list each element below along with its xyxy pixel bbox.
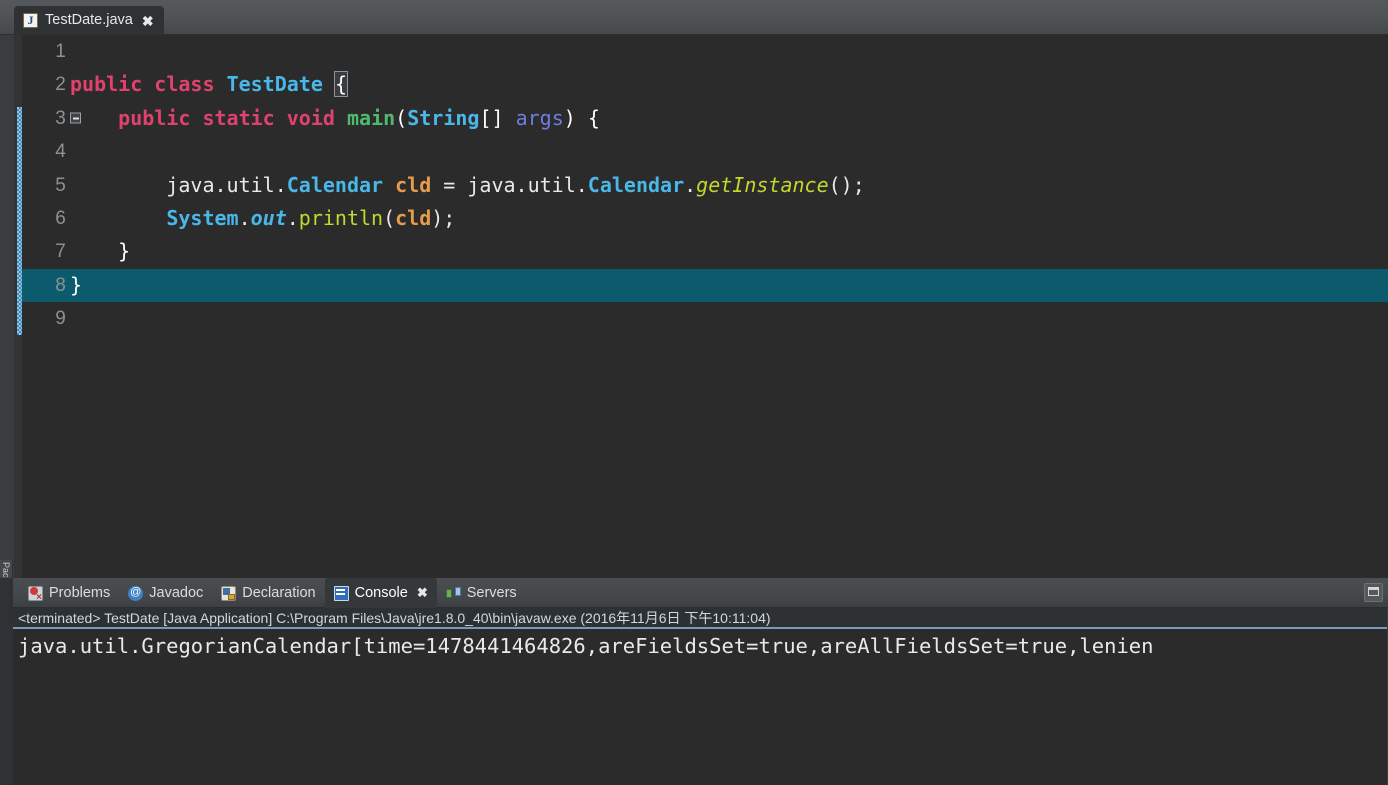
code-token: main <box>347 106 395 130</box>
code-token: Calendar <box>287 173 383 197</box>
editor-tab-bar: TestDate.java ✖ <box>0 0 1388 35</box>
code-token: = <box>431 173 467 197</box>
code-token: (); <box>829 173 865 197</box>
close-icon[interactable]: ✖ <box>142 14 154 28</box>
code-token: void <box>287 106 335 130</box>
code-token <box>275 106 287 130</box>
tab-label: Declaration <box>242 585 315 601</box>
close-icon[interactable]: ✖ <box>417 585 428 601</box>
code-token: System <box>166 206 238 230</box>
code-token: ) { <box>564 106 600 130</box>
line-number: 7 <box>22 235 66 268</box>
tab-console[interactable]: Console ✖ <box>325 578 437 608</box>
code-token: args <box>516 106 564 130</box>
code-token: . <box>684 173 696 197</box>
code-token: ( <box>395 106 407 130</box>
java-file-icon <box>23 13 38 28</box>
editor-tab-label: TestDate.java <box>45 13 133 28</box>
bottom-view-panel: Problems Javadoc Declaration Console ✖ Server… <box>0 578 1388 785</box>
tab-label: Javadoc <box>149 585 203 601</box>
code-editor[interactable]: 12public class TestDate {3 public static… <box>0 35 1388 578</box>
code-token: out <box>251 206 287 230</box>
code-line[interactable]: 2public class TestDate { <box>22 68 1388 101</box>
code-token: [] <box>479 106 515 130</box>
code-token <box>70 173 166 197</box>
tab-label: Servers <box>467 585 517 601</box>
bottom-panel-tabs: Problems Javadoc Declaration Console ✖ Server… <box>19 578 526 608</box>
code-token: getInstance <box>696 173 828 197</box>
console-view[interactable]: <terminated> TestDate [Java Application]… <box>13 608 1388 785</box>
code-token: . <box>287 206 299 230</box>
code-token: class <box>154 72 214 96</box>
code-text: public class TestDate { <box>70 68 347 101</box>
line-number: 1 <box>22 35 66 68</box>
bottom-panel-tab-bar: Problems Javadoc Declaration Console ✖ Server… <box>13 578 1388 608</box>
code-line[interactable]: 6 System.out.println(cld); <box>22 202 1388 235</box>
eclipse-ide-window: TestDate.java ✖ 12public class TestDate … <box>0 0 1388 785</box>
line-number: 9 <box>22 302 66 335</box>
code-token: ( <box>383 206 395 230</box>
editor-left-strip <box>0 35 14 578</box>
code-token <box>383 173 395 197</box>
code-token: java.util. <box>166 173 286 197</box>
code-token <box>190 106 202 130</box>
line-number: 2 <box>22 68 66 101</box>
code-line[interactable]: 8} <box>22 269 1388 302</box>
tab-label: Console <box>355 585 408 601</box>
tab-label: Problems <box>49 585 110 601</box>
code-token: public <box>70 72 142 96</box>
code-line[interactable]: 3 public static void main(String[] args)… <box>22 102 1388 135</box>
code-token: String <box>407 106 479 130</box>
code-token <box>70 106 118 130</box>
editor-tab-testdate-java[interactable]: TestDate.java ✖ <box>14 6 164 35</box>
code-token <box>323 72 335 96</box>
code-token: ); <box>431 206 455 230</box>
code-token: } <box>70 273 82 297</box>
code-token: . <box>239 206 251 230</box>
code-token: cld <box>395 206 431 230</box>
line-number: 8 <box>22 269 66 302</box>
code-text: } <box>70 269 82 302</box>
code-token: static <box>202 106 274 130</box>
code-text: System.out.println(cld); <box>70 202 455 235</box>
tab-servers[interactable]: Servers <box>437 578 526 608</box>
code-token: java.util. <box>467 173 587 197</box>
code-token: cld <box>395 173 431 197</box>
line-number: 4 <box>22 135 66 168</box>
javadoc-icon <box>128 586 143 601</box>
code-text: public static void main(String[] args) { <box>70 102 600 135</box>
code-line[interactable]: 4 <box>22 135 1388 168</box>
servers-icon <box>446 586 461 601</box>
maximize-button[interactable] <box>1364 583 1383 602</box>
code-token <box>335 106 347 130</box>
code-token: { <box>335 72 347 96</box>
code-line[interactable]: 5 java.util.Calendar cld = java.util.Cal… <box>22 169 1388 202</box>
code-token: public <box>118 106 190 130</box>
code-text: java.util.Calendar cld = java.util.Calen… <box>70 169 865 202</box>
code-token: println <box>299 206 383 230</box>
code-lines-container: 12public class TestDate {3 public static… <box>22 35 1388 578</box>
code-token <box>70 206 166 230</box>
code-text: } <box>70 235 130 268</box>
code-line[interactable]: 9 <box>22 302 1388 335</box>
line-number: 6 <box>22 202 66 235</box>
line-number: 5 <box>22 169 66 202</box>
tab-declaration[interactable]: Declaration <box>212 578 324 608</box>
code-token <box>142 72 154 96</box>
code-token: } <box>70 239 130 263</box>
tab-problems[interactable]: Problems <box>19 578 119 608</box>
problems-icon <box>28 586 43 601</box>
current-line-highlight <box>22 269 1388 302</box>
tab-javadoc[interactable]: Javadoc <box>119 578 212 608</box>
code-line[interactable]: 1 <box>22 35 1388 68</box>
declaration-icon <box>221 586 236 601</box>
console-launch-header: <terminated> TestDate [Java Application]… <box>13 608 1388 629</box>
code-token: Calendar <box>588 173 684 197</box>
code-line[interactable]: 7 } <box>22 235 1388 268</box>
console-output-text: java.util.GregorianCalendar[time=1478441… <box>13 631 1388 661</box>
console-icon <box>334 586 349 601</box>
code-token <box>215 72 227 96</box>
line-number: 3 <box>22 102 66 135</box>
code-token: TestDate <box>227 72 323 96</box>
